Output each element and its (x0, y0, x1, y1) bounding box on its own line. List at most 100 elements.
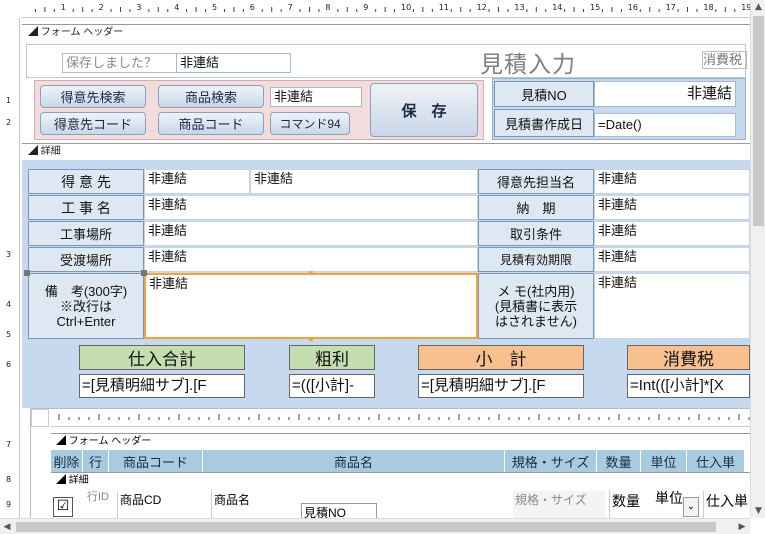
horizontal-scroll-thumb[interactable] (16, 522, 716, 532)
memo-field[interactable]: 非連結 (594, 273, 750, 339)
subform-ruler-ticks (58, 414, 750, 420)
subform-ruler-corner (31, 409, 49, 427)
row-unit[interactable]: 単位 (655, 491, 683, 519)
command94-button[interactable]: コマンド94 (270, 112, 350, 135)
saved-prompt-label: 保存しました？ (62, 53, 177, 73)
delivery-label: 納 期 (478, 195, 594, 220)
ruler-label: 4 (174, 3, 180, 12)
ruler-label: 9 (363, 3, 369, 12)
row-qty[interactable]: 数量 (609, 491, 653, 519)
quote-detail-subform[interactable]: ◢ フォーム ヘッダー 削除行商品コード 商品名 規格・サイズ 数量 単位 仕入単 ◢ 詳… (30, 408, 751, 521)
ruler-label: 17 (665, 3, 676, 12)
product-search-button[interactable]: 商品検索 (158, 85, 264, 108)
customer-field-1[interactable]: 非連結 (144, 169, 250, 194)
subform-detail-label: 詳細 (68, 475, 89, 486)
tax-label-header: 消費税 (702, 51, 747, 69)
subtotal-field[interactable]: =[見積明細サブ].[F (418, 374, 584, 398)
customer-search-button[interactable]: 得意先検索 (40, 85, 146, 108)
form-header-band[interactable]: ◢ フォーム ヘッダー (22, 24, 750, 40)
ruler-label: 3 (6, 250, 12, 259)
handover-field[interactable]: 非連結 (144, 247, 478, 272)
remarks-field[interactable]: 非連結 (144, 273, 478, 339)
remarks-label-line1: 備 考(300字) (44, 283, 128, 299)
gross-profit-field[interactable]: =(([小計]- (289, 374, 375, 398)
row-product-name[interactable]: 商品名 (211, 491, 299, 519)
save-button[interactable]: 保 存 (370, 83, 478, 137)
row-product-cd[interactable]: 商品CD (117, 491, 209, 519)
ruler-label: 18 (703, 3, 714, 12)
subform-ruler (51, 409, 751, 427)
ruler-label: 7 (6, 440, 12, 449)
remarks-label-line2: ※改行は (59, 298, 112, 314)
tax-field[interactable]: =Int(([小計]*[X (627, 374, 750, 398)
terms-field[interactable]: 非連結 (594, 221, 750, 246)
customer-label: 得 意 先 (28, 169, 144, 194)
vertical-scroll-thumb[interactable] (753, 16, 764, 226)
subform-column-header: 削除 (51, 450, 83, 472)
ruler-label: 6 (6, 360, 12, 369)
row-line-id[interactable]: 行ID (87, 491, 109, 519)
ruler-label: 2 (6, 118, 12, 127)
ruler-label: 16 (627, 3, 638, 12)
gross-profit-label: 粗利 (289, 345, 375, 370)
ruler-label: 6 (249, 3, 255, 12)
ruler-label: 10 (401, 3, 412, 12)
ruler-tick-marks (34, 7, 736, 12)
scroll-down-icon[interactable]: ▼ (751, 504, 765, 518)
vertical-scrollbar[interactable]: ▲ ▼ (750, 0, 765, 518)
ruler-label: 8 (325, 3, 331, 12)
detail-band[interactable]: ◢ 詳細 (22, 143, 750, 159)
scroll-right-icon[interactable]: ▶ (735, 519, 749, 534)
quote-no-label: 見積NO (494, 81, 594, 107)
row-cost[interactable]: 仕入単 (703, 491, 751, 519)
subform-column-header: 商品名 (203, 450, 505, 472)
selection-handle[interactable] (141, 270, 147, 276)
subform-column-header: 行 (83, 450, 109, 472)
ruler-label: 13 (514, 3, 525, 12)
ruler-label: 12 (476, 3, 487, 12)
handover-label: 受渡場所 (28, 247, 144, 272)
scroll-left-icon[interactable]: ◀ (0, 519, 14, 534)
resize-handle-top[interactable] (309, 271, 313, 275)
unbound-field-2[interactable]: 非連結 (270, 87, 362, 107)
unit-dropdown-chevron-icon[interactable]: ⌄ (683, 497, 699, 517)
site-field[interactable]: 非連結 (144, 221, 478, 246)
customer-rep-field[interactable]: 非連結 (594, 169, 750, 194)
subform-detail-band[interactable]: ◢ 詳細 (51, 472, 751, 488)
ruler-label: 4 (6, 300, 12, 309)
ruler-label: 5 (212, 3, 218, 12)
customer-code-button[interactable]: 得意先コード (40, 112, 146, 135)
subform-column-header: 仕入単 (687, 450, 745, 472)
unbound-field-1[interactable]: 非連結 (176, 53, 291, 73)
detail-section: 得 意 先 非連結 非連結 工 事 名 非連結 工事場所 非連結 受渡場所 非連… (22, 160, 750, 408)
quote-no-field[interactable]: 非連結 (594, 81, 736, 107)
tax-label: 消費税 (627, 345, 750, 370)
row-spec[interactable]: 規格・サイズ (513, 491, 605, 519)
ruler-label: 3 (136, 3, 142, 12)
subform-header-band[interactable]: ◢ フォーム ヘッダー (51, 433, 751, 449)
project-name-field[interactable]: 非連結 (144, 195, 478, 220)
subform-header-label: フォーム ヘッダー (68, 436, 152, 447)
validity-field[interactable]: 非連結 (594, 247, 750, 272)
customer-field-2[interactable]: 非連結 (250, 169, 478, 194)
ruler-label: 1 (60, 3, 66, 12)
memo-label-line3: はされません) (495, 313, 577, 329)
delivery-field[interactable]: 非連結 (594, 195, 750, 220)
scroll-up-icon[interactable]: ▲ (751, 0, 765, 14)
move-handle[interactable] (24, 270, 30, 276)
memo-label: メ モ(社内用) (見積書に表示 はされません) (478, 273, 594, 339)
ruler-label: 1 (6, 96, 12, 105)
horizontal-scrollbar[interactable]: ◀ ▶ (0, 518, 750, 534)
customer-rep-label: 得意先担当名 (478, 169, 594, 194)
resize-handle-bottom[interactable] (309, 337, 313, 341)
purchase-total-field[interactable]: =[見積明細サブ].[F (79, 374, 245, 398)
quote-date-field[interactable]: =Date() (594, 113, 736, 137)
delete-checkbox[interactable]: ☑ (53, 497, 73, 517)
vertical-ruler: 1 2 3 4 5 6 7 8 9 (0, 18, 20, 518)
page-title: 見積入力 (480, 51, 576, 77)
memo-label-line1: メ モ(社内用) (497, 283, 575, 299)
product-code-button[interactable]: 商品コード (158, 112, 264, 135)
purchase-total-label: 仕入合計 (79, 345, 245, 370)
subform-column-header: 規格・サイズ (505, 450, 597, 472)
subform-column-header: 単位 (641, 450, 687, 472)
